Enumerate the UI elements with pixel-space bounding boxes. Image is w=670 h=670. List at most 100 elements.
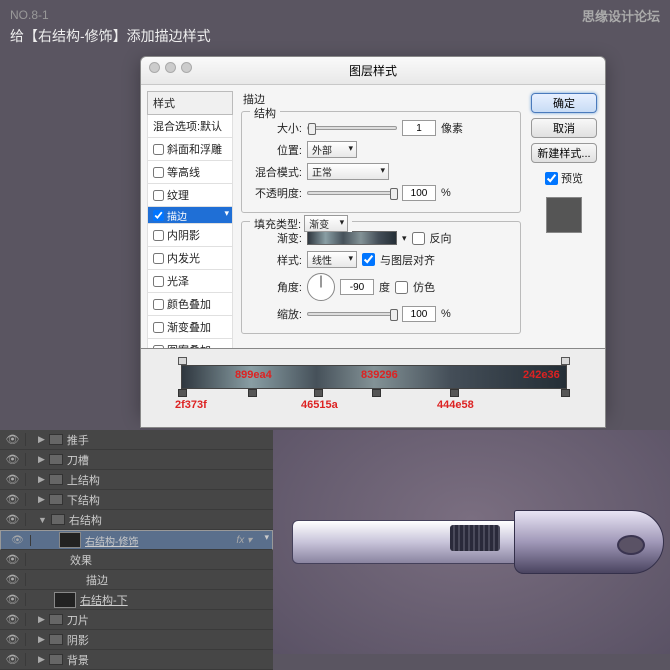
layer-row[interactable]: 👁描边 bbox=[0, 570, 273, 590]
preview-checkbox[interactable] bbox=[545, 172, 558, 185]
style-item[interactable]: 颜色叠加 bbox=[147, 293, 233, 316]
style-label: 光泽 bbox=[167, 273, 189, 289]
minimize-icon[interactable] bbox=[165, 62, 176, 73]
layer-name: 上结构 bbox=[67, 472, 100, 488]
style-item[interactable]: 内阴影 bbox=[147, 224, 233, 247]
style-item[interactable]: 内发光 bbox=[147, 247, 233, 270]
layer-name: 右结构-下 bbox=[80, 592, 128, 608]
preview-label: 预览 bbox=[561, 170, 583, 186]
layer-row[interactable]: 👁▶下结构 bbox=[0, 490, 273, 510]
align-checkbox[interactable] bbox=[362, 253, 375, 266]
visibility-toggle[interactable]: 👁 bbox=[0, 513, 26, 526]
layer-row[interactable]: 👁 ▶ 上结构 bbox=[0, 470, 273, 490]
color-stop[interactable] bbox=[178, 389, 187, 397]
disclosure-icon[interactable]: ▶ bbox=[38, 634, 45, 645]
layer-row[interactable]: 👁▶背景 bbox=[0, 650, 273, 670]
layer-row[interactable]: 👁 右结构-下 bbox=[0, 590, 273, 610]
disclosure-icon[interactable]: ▶ bbox=[38, 614, 45, 625]
folder-icon bbox=[49, 434, 63, 445]
disclosure-icon[interactable]: ▶ bbox=[38, 494, 45, 505]
layer-row[interactable]: 👁▶刀槽 bbox=[0, 450, 273, 470]
chevron-down-icon[interactable]: ▾ bbox=[402, 233, 407, 244]
style-item[interactable]: 等高线 bbox=[147, 161, 233, 184]
disclosure-icon[interactable]: ▼ bbox=[38, 515, 47, 525]
layer-name: 推手 bbox=[67, 432, 89, 448]
style-item[interactable]: 斜面和浮雕 bbox=[147, 138, 233, 161]
layer-row[interactable]: 👁 ▶ 推手 bbox=[0, 430, 273, 450]
reverse-label: 反向 bbox=[430, 230, 452, 246]
blend-options[interactable]: 混合选项:默认 bbox=[147, 115, 233, 138]
visibility-toggle[interactable]: 👁 bbox=[0, 473, 26, 486]
style-item[interactable]: 渐变叠加 bbox=[147, 316, 233, 339]
style-label: 描边 bbox=[167, 208, 187, 223]
opacity-stop[interactable] bbox=[561, 357, 570, 365]
folder-icon bbox=[49, 474, 63, 485]
style-checkbox[interactable] bbox=[153, 253, 164, 264]
reverse-checkbox[interactable] bbox=[412, 232, 425, 245]
visibility-toggle[interactable]: 👁 bbox=[0, 613, 26, 626]
layer-row[interactable]: 👁 ▼ 右结构 bbox=[0, 510, 273, 530]
layer-name: 阴影 bbox=[67, 632, 89, 648]
layer-thumbnail bbox=[59, 532, 81, 548]
fill-type-select[interactable]: 渐变 bbox=[304, 215, 348, 232]
angle-wheel[interactable] bbox=[307, 273, 335, 301]
position-select[interactable]: 外部 bbox=[307, 141, 357, 158]
opacity-input[interactable] bbox=[402, 185, 436, 201]
style-checkbox[interactable] bbox=[153, 299, 164, 310]
fill-legend: 填充类型: bbox=[254, 219, 301, 231]
ok-button[interactable]: 确定 bbox=[531, 93, 597, 113]
style-item[interactable]: 纹理 bbox=[147, 184, 233, 207]
gradient-swatch[interactable] bbox=[307, 231, 397, 245]
close-icon[interactable] bbox=[149, 62, 160, 73]
style-checkbox[interactable] bbox=[153, 210, 164, 221]
visibility-toggle[interactable]: 👁 bbox=[0, 633, 26, 646]
color-stop[interactable] bbox=[561, 389, 570, 397]
new-style-button[interactable]: 新建样式... bbox=[531, 143, 597, 163]
cancel-button[interactable]: 取消 bbox=[531, 118, 597, 138]
visibility-toggle[interactable]: 👁 bbox=[0, 433, 26, 446]
dialog-titlebar[interactable]: 图层样式 bbox=[141, 57, 605, 85]
watermark: 思缘设计论坛 bbox=[582, 6, 660, 25]
disclosure-icon[interactable]: ▶ bbox=[38, 654, 45, 665]
layer-row[interactable]: 👁右结构-修饰fx ▾ bbox=[0, 530, 273, 550]
disclosure-icon[interactable]: ▶ bbox=[38, 474, 45, 485]
angle-input[interactable] bbox=[340, 279, 374, 295]
layer-name: 右结构 bbox=[69, 512, 102, 528]
style-checkbox[interactable] bbox=[153, 322, 164, 333]
style-checkbox[interactable] bbox=[153, 190, 164, 201]
visibility-toggle[interactable]: 👁 bbox=[0, 573, 26, 586]
style-item[interactable]: 描边 bbox=[147, 207, 233, 224]
size-input[interactable] bbox=[402, 120, 436, 136]
visibility-toggle[interactable]: 👁 bbox=[0, 493, 26, 506]
blend-mode-select[interactable]: 正常 bbox=[307, 163, 389, 180]
scale-input[interactable] bbox=[402, 306, 436, 322]
size-slider[interactable] bbox=[307, 126, 397, 130]
visibility-toggle[interactable]: 👁 bbox=[5, 535, 31, 546]
color-hex: 444e58 bbox=[437, 399, 474, 411]
zoom-icon[interactable] bbox=[181, 62, 192, 73]
opacity-stop[interactable] bbox=[178, 357, 187, 365]
color-stop[interactable] bbox=[314, 389, 323, 397]
fx-badge[interactable]: fx ▾ bbox=[236, 535, 252, 546]
layer-row[interactable]: 👁 ▶ 阴影 bbox=[0, 630, 273, 650]
style-checkbox[interactable] bbox=[153, 230, 164, 241]
visibility-toggle[interactable]: 👁 bbox=[0, 453, 26, 466]
color-stop[interactable] bbox=[450, 389, 459, 397]
layer-row[interactable]: 👁效果 bbox=[0, 550, 273, 570]
visibility-toggle[interactable]: 👁 bbox=[0, 653, 26, 666]
dither-checkbox[interactable] bbox=[395, 281, 408, 294]
style-checkbox[interactable] bbox=[153, 276, 164, 287]
visibility-toggle[interactable]: 👁 bbox=[0, 553, 26, 566]
visibility-toggle[interactable]: 👁 bbox=[0, 593, 26, 606]
opacity-slider[interactable] bbox=[307, 191, 397, 195]
disclosure-icon[interactable]: ▶ bbox=[38, 434, 45, 445]
style-item[interactable]: 光泽 bbox=[147, 270, 233, 293]
color-stop[interactable] bbox=[248, 389, 257, 397]
layer-row[interactable]: 👁▶刀片 bbox=[0, 610, 273, 630]
style-checkbox[interactable] bbox=[153, 167, 164, 178]
disclosure-icon[interactable]: ▶ bbox=[38, 454, 45, 465]
style-type-select[interactable]: 线性 bbox=[307, 251, 357, 268]
color-stop[interactable] bbox=[372, 389, 381, 397]
style-checkbox[interactable] bbox=[153, 144, 164, 155]
scale-slider[interactable] bbox=[307, 312, 397, 316]
